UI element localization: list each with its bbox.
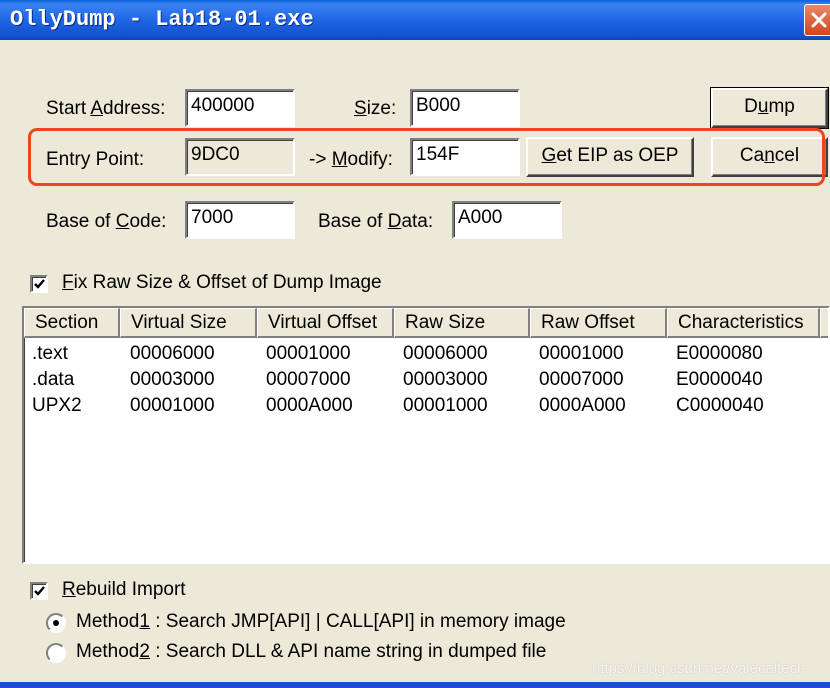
table-cell: 0000A000 [266, 395, 353, 416]
rebuild-import-label[interactable]: Rebuild Import [62, 579, 186, 601]
dump-button[interactable]: Dump [710, 87, 829, 129]
sections-list[interactable]: Section Virtual Size Virtual Offset Raw … [22, 306, 830, 564]
column-header-raw-offset[interactable]: Raw Offset [530, 308, 667, 338]
window-bottom-border [0, 682, 830, 688]
fix-raw-size-checkbox[interactable] [30, 275, 48, 293]
base-of-code-field[interactable]: 7000 [185, 201, 295, 239]
size-label: Size: [354, 98, 397, 119]
table-cell: 00003000 [403, 369, 488, 390]
table-cell[interactable]: .text [32, 343, 68, 365]
fix-raw-size-label[interactable]: Fix Raw Size & Offset of Dump Image [62, 272, 382, 294]
start-address-field[interactable]: 400000 [185, 89, 295, 127]
column-header-virtual-offset[interactable]: Virtual Offset [257, 308, 394, 338]
method2-label[interactable]: Method2 : Search DLL & API name string i… [76, 641, 546, 663]
method1-label[interactable]: Method1 : Search JMP[API] | CALL[API] in… [76, 611, 566, 633]
table-cell[interactable]: .data [32, 369, 74, 391]
table-cell: 00001000 [539, 343, 624, 364]
table-cell: 0000A000 [539, 395, 626, 416]
table-cell[interactable]: UPX2 [32, 395, 82, 417]
start-address-label: Start Address: [46, 98, 166, 119]
checkmark-icon [34, 586, 45, 596]
column-header-raw-size[interactable]: Raw Size [394, 308, 530, 338]
rebuild-import-checkbox[interactable] [30, 582, 48, 600]
base-of-data-field[interactable]: A000 [452, 201, 562, 239]
column-header-section[interactable]: Section [24, 308, 120, 338]
table-cell: 00001000 [266, 343, 351, 364]
method2-radio[interactable] [46, 643, 66, 663]
window-title: OllyDump - Lab18-01.exe [10, 7, 314, 32]
base-of-data-label: Base of Data: [318, 211, 434, 232]
ollydump-dialog: OllyDump - Lab18-01.exe Start Address: 4… [0, 0, 830, 688]
entry-point-highlight [28, 128, 825, 186]
watermark: https://blog.csdn.net/yalecaltech [592, 660, 806, 677]
table-cell: E0000040 [676, 369, 763, 390]
table-cell: 00007000 [266, 369, 351, 390]
table-cell: 00003000 [130, 369, 215, 390]
size-field[interactable]: B000 [410, 89, 520, 127]
column-header-filler [820, 308, 828, 338]
base-of-code-label: Base of Code: [46, 211, 167, 232]
title-bar[interactable]: OllyDump - Lab18-01.exe [0, 0, 830, 40]
radio-selected-dot [53, 620, 59, 626]
table-cell: E0000080 [676, 343, 763, 364]
close-icon [811, 12, 827, 28]
table-cell: C0000040 [676, 395, 764, 416]
table-cell: 00006000 [130, 343, 215, 364]
method1-radio[interactable] [46, 613, 66, 633]
table-cell: 00001000 [130, 395, 215, 416]
checkmark-icon [34, 279, 45, 289]
sections-header: Section Virtual Size Virtual Offset Raw … [24, 308, 828, 338]
close-button[interactable] [804, 4, 830, 36]
table-cell: 00001000 [403, 395, 488, 416]
table-cell: 00006000 [403, 343, 488, 364]
column-header-virtual-size[interactable]: Virtual Size [120, 308, 257, 338]
column-header-characteristics[interactable]: Characteristics [667, 308, 820, 338]
table-cell: 00007000 [539, 369, 624, 390]
